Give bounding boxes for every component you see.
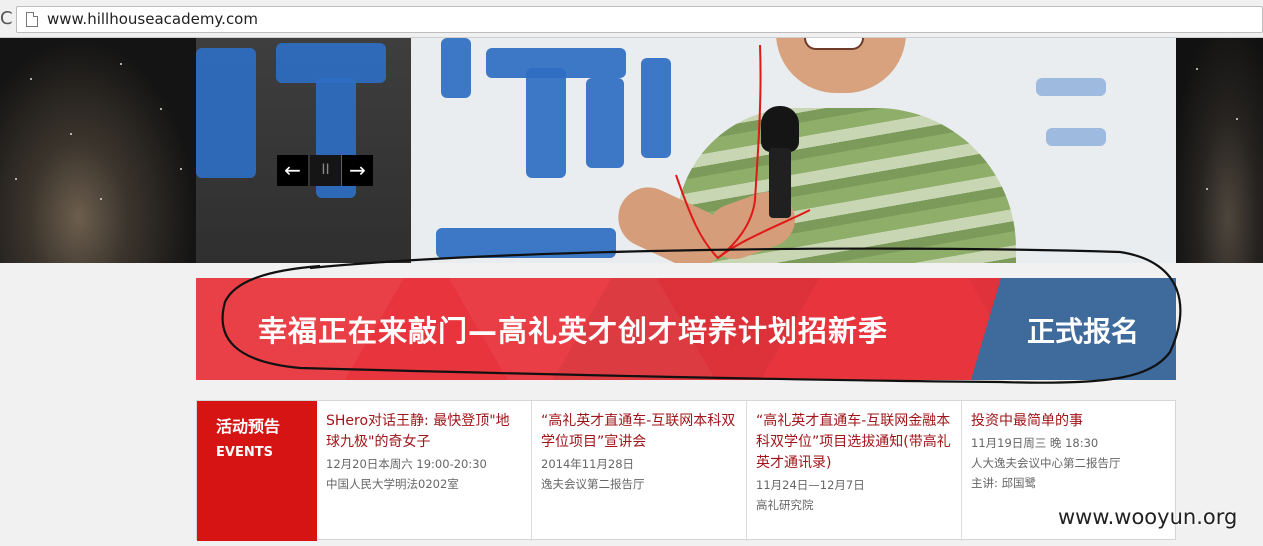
arrow-right-icon[interactable]: → <box>342 155 373 186</box>
event-place: 人大逸夫会议中心第二报告厅 <box>971 456 1121 470</box>
hero-slide-image <box>196 38 1176 263</box>
events-label: 活动预告 EVENTS <box>197 401 317 541</box>
event-title-link[interactable]: SHero对话王静: 最快登顶"地球九极"的奇女子 <box>326 411 523 453</box>
event-place: 高礼研究院 <box>756 498 814 512</box>
events-label-en: EVENTS <box>216 445 273 460</box>
url-text[interactable]: www.hillhouseacademy.com <box>47 10 258 28</box>
event-item: “高礼英才直通车-互联网本科双学位项目”宣讲会 2014年11月28日 逸夫会议… <box>532 401 747 541</box>
slider-controls: ← II → <box>277 155 373 186</box>
event-item: “高礼英才直通车-互联网金融本科双学位”项目选拔通知(带高礼英才通讯录) 11月… <box>747 401 962 541</box>
url-field[interactable]: www.hillhouseacademy.com <box>16 6 1263 33</box>
event-time: 11月24日—12月7日 <box>756 478 865 492</box>
event-title-link[interactable]: “高礼英才直通车-互联网本科双学位项目”宣讲会 <box>541 411 738 453</box>
reload-icon[interactable]: C <box>0 7 14 31</box>
events-label-cn: 活动预告 <box>216 417 281 436</box>
event-time: 12月20日本周六 19:00-20:30 <box>326 457 487 471</box>
event-place: 中国人民大学明法0202室 <box>326 477 459 491</box>
event-time: 11月19日周三 晚 18:30 <box>971 436 1099 450</box>
promo-banner[interactable]: 幸福正在来敲门—高礼英才创才培养计划招新季 正式报名 <box>196 278 1176 380</box>
register-label: 正式报名 <box>1027 315 1140 348</box>
event-place: 逸夫会议第二报告厅 <box>541 477 645 491</box>
register-button[interactable]: 正式报名 <box>971 278 1176 380</box>
hero-background-left <box>0 38 196 263</box>
pause-icon[interactable]: II <box>310 155 341 186</box>
event-title-link[interactable]: “高礼英才直通车-互联网金融本科双学位”项目选拔通知(带高礼英才通讯录) <box>756 411 953 474</box>
arrow-left-icon[interactable]: ← <box>277 155 308 186</box>
browser-address-bar: C www.hillhouseacademy.com <box>0 0 1263 38</box>
hero-slider <box>0 38 1263 263</box>
banner-title: 幸福正在来敲门—高礼英才创才培养计划招新季 <box>258 314 889 348</box>
hero-background-right <box>1176 38 1263 263</box>
event-time: 2014年11月28日 <box>541 457 635 471</box>
event-item: SHero对话王静: 最快登顶"地球九极"的奇女子 12月20日本周六 19:0… <box>317 401 532 541</box>
events-panel: 活动预告 EVENTS SHero对话王静: 最快登顶"地球九极"的奇女子 12… <box>196 400 1176 541</box>
event-title-link[interactable]: 投资中最简单的事 <box>971 411 1167 432</box>
event-host: 主讲: 邱国鹭 <box>971 476 1037 490</box>
page-icon <box>26 12 38 27</box>
watermark: www.wooyun.org <box>1058 505 1238 529</box>
